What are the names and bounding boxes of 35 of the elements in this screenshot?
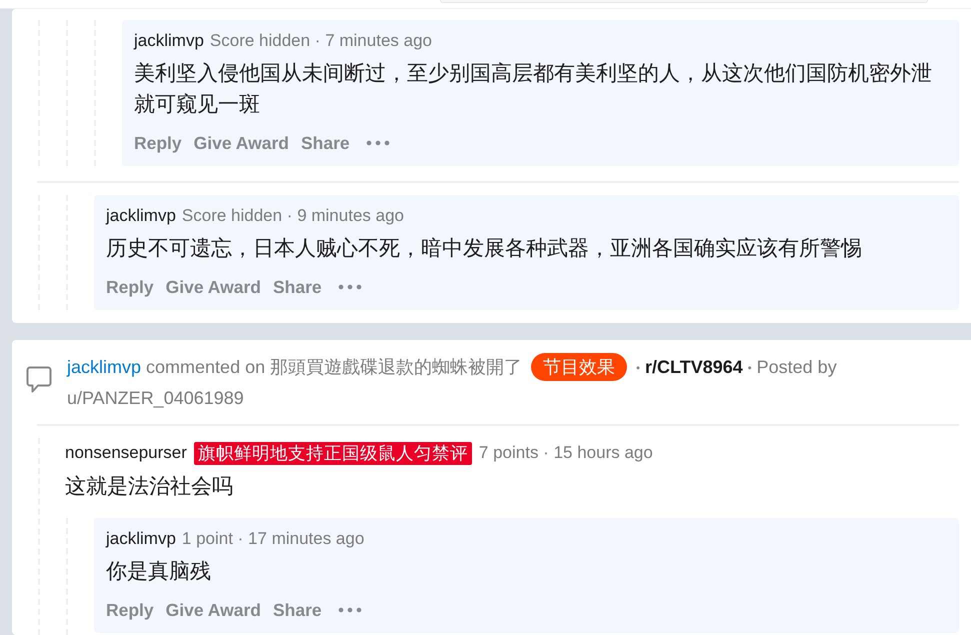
comment-text: 你是真脑残 bbox=[106, 559, 212, 586]
comment-meta: 1 point · 17 minutes ago bbox=[182, 529, 364, 550]
comment-meta: Score hidden · 9 minutes ago bbox=[182, 206, 404, 226]
username-link[interactable]: jacklimvp bbox=[67, 357, 142, 377]
post-flair: 节目效果 bbox=[531, 353, 628, 381]
comment-text: 这就是法治社会吗 bbox=[65, 474, 234, 500]
comment-author[interactable]: jacklimvp bbox=[106, 529, 176, 550]
action-button[interactable]: Give Award bbox=[166, 598, 261, 622]
more-icon[interactable] bbox=[338, 284, 362, 290]
post-title-link[interactable]: 那頭買遊戲碟退款的蜘蛛被開了 bbox=[270, 357, 522, 377]
action-button[interactable]: Give Award bbox=[194, 131, 289, 155]
username-link[interactable]: u/PANZER_04061989 bbox=[67, 388, 244, 408]
header-text: Posted by bbox=[756, 357, 837, 377]
more-icon[interactable] bbox=[366, 140, 390, 146]
action-button[interactable]: Share bbox=[300, 131, 350, 155]
comment-text: 历史不可遗忘，日本人贼心不死，暗中发展各种武器，亚洲各国确实应该有所警惕 bbox=[106, 236, 863, 262]
more-icon[interactable] bbox=[338, 607, 362, 614]
action-button[interactable]: Reply bbox=[106, 275, 154, 299]
comment-meta: Score hidden · 7 minutes ago bbox=[210, 31, 432, 51]
comment-author[interactable]: nonsensepurser bbox=[65, 443, 187, 464]
comment-author[interactable]: jacklimvp bbox=[134, 31, 204, 51]
action-button[interactable]: Give Award bbox=[166, 275, 261, 299]
bullet-separator: • bbox=[636, 362, 640, 374]
subreddit-link[interactable]: r/CLTV8964 bbox=[645, 357, 743, 377]
action-button[interactable]: Reply bbox=[106, 598, 154, 622]
action-button[interactable]: Share bbox=[272, 275, 322, 299]
header-text: commented on bbox=[146, 357, 266, 377]
comment-author[interactable]: jacklimvp bbox=[106, 206, 176, 226]
action-button[interactable]: Reply bbox=[134, 131, 182, 155]
bullet-separator: • bbox=[748, 362, 752, 374]
comment-text: 美利坚入侵他国从未间断过，至少别国高层都有美利坚的人，从这次他们国防机密外泄就可窥见一斑 bbox=[134, 61, 933, 118]
comment-meta: 7 points · 15 hours ago bbox=[478, 443, 653, 464]
action-button[interactable]: Share bbox=[272, 598, 322, 622]
comment-icon bbox=[26, 366, 52, 394]
user-flair: 旗帜鲜明地支持正国级鼠人匀禁评 bbox=[194, 442, 472, 465]
